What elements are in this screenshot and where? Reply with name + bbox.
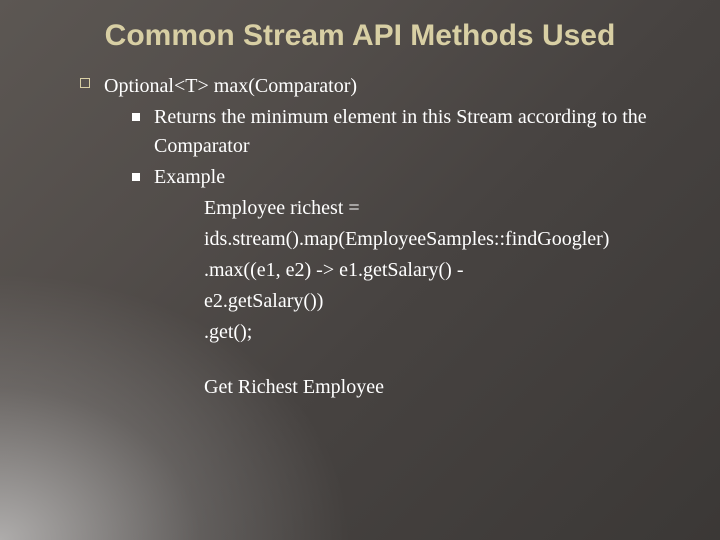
list-item: Returns the minimum element in this Stre… <box>132 103 680 161</box>
bullet-list-level-1: Optional<T> max(Comparator) Returns the … <box>40 72 680 402</box>
code-line: ids.stream().map(EmployeeSamples::findGo… <box>204 225 680 254</box>
bullet-list-level-2: Returns the minimum element in this Stre… <box>104 103 680 402</box>
slide-body: Optional<T> max(Comparator) Returns the … <box>40 72 680 402</box>
blank-line <box>204 349 680 371</box>
list-item: Optional<T> max(Comparator) Returns the … <box>80 72 680 402</box>
code-line: .max((e1, e2) -> e1.getSalary() - <box>204 256 680 285</box>
code-line: e2.getSalary()) <box>204 287 680 316</box>
code-line: Employee richest = <box>204 194 680 223</box>
code-line: Get Richest Employee <box>204 373 680 402</box>
bullet-text: Returns the minimum element in this Stre… <box>154 106 647 157</box>
list-item: Example Employee richest = ids.stream().… <box>132 163 680 402</box>
slide-title: Common Stream API Methods Used <box>40 18 680 54</box>
code-line: .get(); <box>204 318 680 347</box>
bullet-text: Example <box>154 166 225 188</box>
code-block: Employee richest = ids.stream().map(Empl… <box>154 194 680 402</box>
bullet-text: Optional<T> max(Comparator) <box>104 75 357 97</box>
slide: Common Stream API Methods Used Optional<… <box>0 0 720 540</box>
